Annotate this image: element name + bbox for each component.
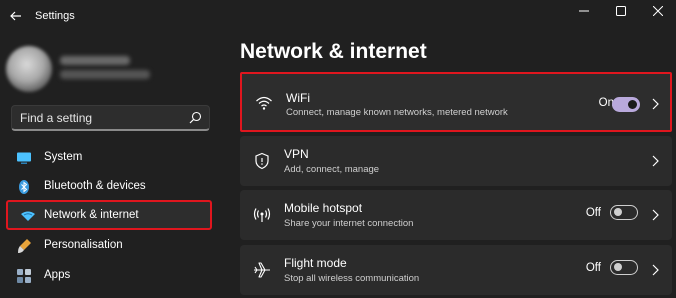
sidebar-item-label: Bluetooth & devices [44,180,146,192]
card-description: Share your internet connection [284,218,414,229]
minimize-icon [578,10,589,12]
sidebar: Find a setting System Bluetooth & device… [0,30,228,298]
airplane-icon [254,262,270,278]
hotspot-icon [253,208,271,222]
card-title: WiFi [286,91,310,105]
sidebar-item-label: Personalisation [44,239,123,251]
wifi-toggle[interactable] [612,97,640,112]
mobile-hotspot-toggle[interactable] [610,205,638,220]
card-description: Add, connect, manage [284,164,380,175]
search-input[interactable]: Find a setting [20,111,92,125]
avatar [6,46,52,92]
paintbrush-icon [18,239,31,253]
flight-mode-card[interactable]: Flight mode Stop all wireless communicat… [240,245,672,295]
window-controls [565,0,676,22]
app-title: Settings [35,10,75,22]
flight-mode-status-text: Off [585,262,601,274]
maximize-button[interactable] [602,0,639,22]
search-box[interactable]: Find a setting [11,105,210,131]
hotspot-status-text: Off [585,207,601,219]
wifi-card[interactable]: WiFi Connect, manage known networks, met… [240,72,672,132]
chevron-right-icon [652,98,659,110]
minimize-button[interactable] [565,0,602,22]
sidebar-item-label: Network & internet [44,209,139,221]
flight-mode-toggle[interactable] [610,260,638,275]
chevron-right-icon [652,209,659,221]
sidebar-item-label: System [44,151,83,163]
card-title: Mobile hotspot [284,201,363,215]
sidebar-item-bluetooth[interactable]: Bluetooth & devices [6,172,212,202]
page-title: Network & internet [240,40,427,63]
vpn-card[interactable]: VPN Add, connect, manage [240,136,672,186]
shield-icon [255,152,269,170]
close-icon [652,6,663,16]
user-profile[interactable] [6,38,216,102]
title-bar: Settings [0,0,676,32]
card-description: Stop all wireless communication [284,273,420,284]
sidebar-item-system[interactable]: System [6,143,212,173]
toggle-knob [628,100,637,109]
sidebar-item-personalisation[interactable]: Personalisation [6,231,212,261]
wifi-diamond-icon [21,211,35,221]
bluetooth-icon [19,180,29,194]
wifi-icon [256,96,272,110]
maximize-icon [615,6,626,16]
blurred-user-email [60,70,150,79]
toggle-knob [614,208,622,216]
sidebar-item-label: Apps [44,269,71,281]
card-title: Flight mode [284,256,347,270]
card-title: VPN [284,147,309,161]
chevron-right-icon [652,155,659,167]
apps-icon [17,269,31,283]
blurred-user-name [60,56,130,65]
sidebar-item-network[interactable]: Network & internet [6,200,212,230]
search-icon[interactable] [189,111,202,124]
card-description: Connect, manage known networks, metered … [286,107,508,118]
chevron-right-icon [652,264,659,276]
sidebar-item-apps[interactable]: Apps [6,261,212,291]
toggle-knob [614,263,622,271]
mobile-hotspot-card[interactable]: Mobile hotspot Share your internet conne… [240,190,672,240]
close-button[interactable] [639,0,676,22]
back-arrow-icon[interactable] [8,8,24,24]
monitor-icon [17,152,31,164]
